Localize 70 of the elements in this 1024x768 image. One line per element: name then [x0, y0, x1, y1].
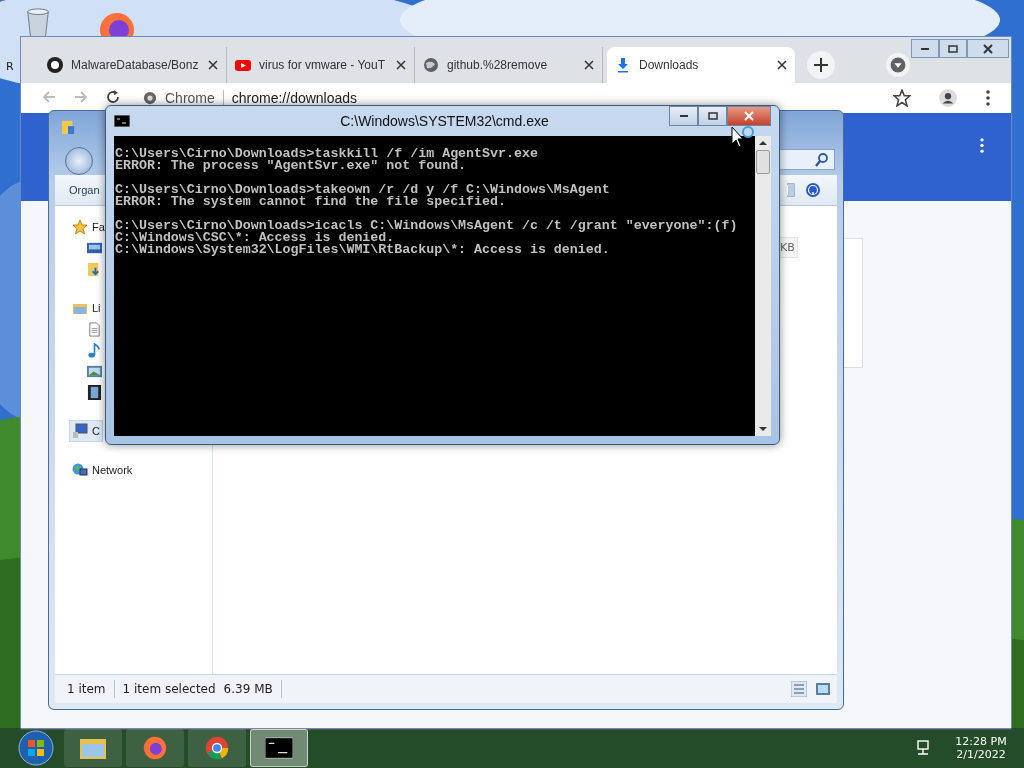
- scrollbar[interactable]: [755, 136, 771, 436]
- help-icon[interactable]: [805, 182, 821, 198]
- selection-text: 1 item selected: [122, 682, 216, 696]
- clock-date[interactable]: 2/1/2022: [956, 748, 1006, 761]
- file-size-text: 6.39 MB: [223, 682, 273, 696]
- monitor-icon[interactable]: [87, 241, 102, 256]
- browser-tab[interactable]: Downloads: [607, 47, 795, 83]
- music-note-icon[interactable]: [87, 343, 102, 358]
- picture-icon[interactable]: [87, 364, 102, 379]
- console-line: C:\Users\Cirno\Downloads>icacls C:\Windows\MsAgent /c /t /grant "everyone":(f): [115, 220, 739, 232]
- minimize-icon: [679, 115, 688, 117]
- maximize-icon: [707, 111, 718, 121]
- close-icon: [744, 111, 754, 121]
- more-icon[interactable]: [979, 137, 985, 154]
- picture-icon[interactable]: [815, 681, 831, 697]
- folder-icon: [61, 119, 75, 135]
- new-tab-button[interactable]: [807, 51, 835, 79]
- maximize-button[interactable]: [939, 39, 967, 58]
- play-icon: [235, 57, 251, 73]
- back-button[interactable]: [65, 147, 93, 175]
- folder-icon: [79, 736, 107, 760]
- minimize-icon: [921, 47, 929, 50]
- maximize-icon: [948, 43, 958, 54]
- desktop-icon-label: R: [6, 60, 14, 73]
- window-title: C:\Windows\SYSTEM32\cmd.exe: [340, 113, 549, 129]
- nav-pane-item[interactable]: Network: [69, 459, 136, 481]
- close-button[interactable]: [967, 39, 1009, 58]
- tab-search-button[interactable]: [885, 52, 911, 78]
- star-icon[interactable]: [893, 89, 911, 107]
- minimize-button[interactable]: [669, 106, 698, 126]
- star-icon: [72, 219, 88, 235]
- firefox-icon: [141, 736, 169, 760]
- console-icon: [265, 736, 293, 760]
- document-icon[interactable]: [87, 322, 102, 337]
- nav-pane-item[interactable]: Fa: [69, 216, 108, 238]
- maximize-button[interactable]: [698, 106, 727, 126]
- close-icon[interactable]: [777, 60, 787, 70]
- close-icon: [983, 43, 993, 54]
- chrome-icon: [203, 736, 231, 760]
- nav-pane-item[interactable]: C: [69, 420, 103, 442]
- console-line: ERROR: The system cannot find the file specified.: [115, 196, 506, 208]
- organize-menu[interactable]: Organ: [69, 184, 100, 196]
- scroll-thumb[interactable]: [756, 150, 770, 174]
- network-icon[interactable]: [916, 740, 932, 756]
- scroll-up-icon[interactable]: [759, 140, 767, 146]
- computer-icon: [72, 423, 88, 439]
- console-line: ERROR: The process "AgentSvr.exe" not found.: [115, 160, 467, 172]
- taskbar-button[interactable]: [250, 729, 308, 767]
- console-icon: [114, 115, 130, 127]
- item-count-text: 1 item: [67, 682, 106, 696]
- close-icon[interactable]: [584, 60, 594, 70]
- close-icon[interactable]: [208, 60, 218, 70]
- clock-time[interactable]: 12:28 PM: [955, 735, 1007, 748]
- nav-pane-item[interactable]: Li: [69, 297, 104, 319]
- console-line: C:\Users\Cirno\Downloads>takeown /r /d y /f C:\Windows\MsAgent: [115, 184, 611, 196]
- minimize-button[interactable]: [911, 39, 939, 58]
- close-icon[interactable]: [396, 60, 406, 70]
- console-line: C:\Windows\CSC\*: Access is denied.: [115, 232, 395, 244]
- url-text: chrome://downloads: [231, 89, 358, 106]
- network-icon: [72, 462, 88, 478]
- film-icon[interactable]: [87, 385, 102, 400]
- scroll-down-icon[interactable]: [759, 426, 767, 432]
- download-icon: [615, 57, 631, 73]
- console-line: C:\Users\Cirno\Downloads>taskkill /f /im AgentSvr.exe: [115, 148, 539, 160]
- close-button[interactable]: [727, 106, 771, 126]
- start-button[interactable]: [18, 730, 54, 766]
- console-line: C:\Windows\System32\LogFiles\WMI\RtBackup\*: Access is denied.: [115, 244, 611, 256]
- reload-icon[interactable]: [105, 89, 121, 105]
- search-icon: [814, 151, 830, 168]
- profile-icon[interactable]: [939, 89, 957, 107]
